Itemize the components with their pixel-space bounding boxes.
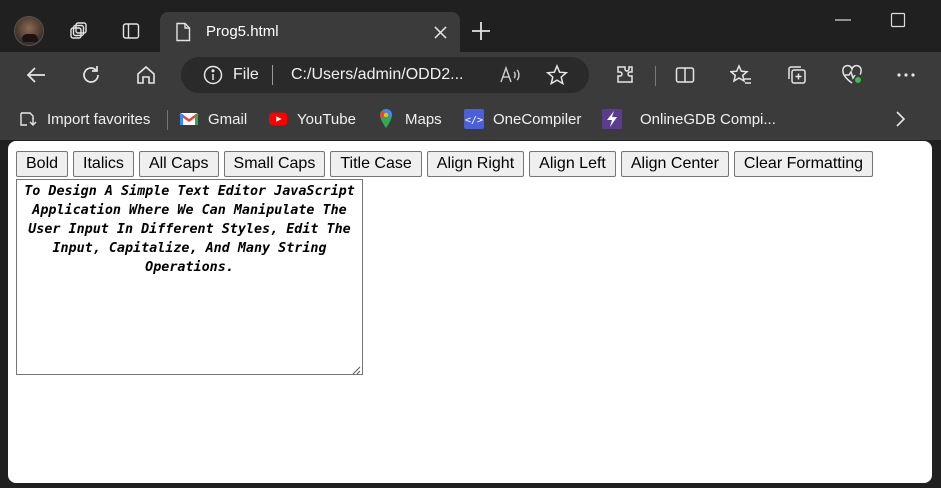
browser-essentials-icon[interactable] — [840, 63, 864, 87]
bookmark-label: Import favorites — [47, 110, 151, 128]
web-page: Bold Italics All Caps Small Caps Title C… — [8, 141, 932, 483]
youtube-icon — [268, 109, 288, 129]
refresh-icon[interactable] — [79, 63, 103, 87]
onecompiler-icon: </> — [464, 109, 484, 129]
back-icon[interactable] — [24, 63, 48, 87]
bookmark-label: YouTube — [297, 110, 356, 128]
bookmark-label: OneCompiler — [493, 110, 582, 128]
text-editor-area[interactable]: To Design A Simple Text Editor JavaScrip… — [16, 179, 363, 375]
workspaces-icon[interactable] — [67, 19, 91, 43]
extensions-icon[interactable] — [613, 63, 637, 87]
favorites-icon[interactable] — [729, 63, 753, 87]
favorite-star-icon[interactable] — [545, 64, 569, 86]
bookmark-maps[interactable]: Maps — [376, 108, 442, 130]
gmail-icon — [179, 109, 199, 129]
resize-handle-icon[interactable] — [351, 365, 361, 375]
address-bar[interactable]: File C:/Users/admin/ODD2... — [181, 57, 589, 93]
clear-formatting-button[interactable]: Clear Formatting — [733, 151, 874, 177]
profile-avatar[interactable] — [14, 16, 44, 46]
align-left-button[interactable]: Align Left — [529, 151, 616, 177]
tab-prog5[interactable]: Prog5.html — [160, 12, 460, 52]
tab-bar: Prog5.html — [0, 0, 941, 52]
close-tab-icon[interactable] — [430, 22, 450, 42]
nav-toolbar: File C:/Users/admin/ODD2... — [0, 52, 941, 98]
new-tab-icon[interactable] — [470, 20, 492, 42]
bookmark-onlinegdb[interactable]: OnlineGDB Compi... — [602, 108, 776, 130]
address-scheme: File — [233, 66, 259, 83]
formatting-button-row: Bold Italics All Caps Small Caps Title C… — [16, 151, 878, 179]
browser-window: Prog5.html File C:/Users/admin/ODD2... I… — [0, 0, 941, 488]
bookmark-import-favorites[interactable]: Import favorites — [18, 108, 150, 130]
title-case-button[interactable]: Title Case — [330, 151, 422, 177]
bookmark-label: OnlineGDB Compi... — [640, 110, 776, 128]
italics-button[interactable]: Italics — [73, 151, 134, 177]
bookmark-label: Maps — [405, 110, 442, 128]
bold-button[interactable]: Bold — [16, 151, 69, 177]
bookmark-youtube[interactable]: YouTube — [268, 108, 356, 130]
split-screen-icon[interactable] — [673, 63, 697, 87]
toolbar-divider — [655, 66, 656, 86]
tab-actions-icon[interactable] — [119, 19, 143, 43]
bookmarks-divider — [167, 110, 168, 130]
info-icon[interactable] — [203, 65, 223, 85]
bookmark-gmail[interactable]: Gmail — [179, 108, 247, 130]
file-icon — [174, 22, 192, 42]
bookmarks-bar: Import favorites Gmail YouTube Maps </> … — [0, 98, 941, 140]
all-caps-button[interactable]: All Caps — [138, 151, 219, 177]
align-center-button[interactable]: Align Center — [620, 151, 729, 177]
import-favorites-icon — [18, 109, 38, 129]
maps-icon — [376, 109, 396, 129]
bookmark-onecompiler[interactable]: </> OneCompiler — [464, 108, 581, 130]
address-url[interactable]: C:/Users/admin/ODD2... — [291, 66, 463, 84]
tab-title: Prog5.html — [206, 23, 279, 40]
collections-icon[interactable] — [785, 63, 809, 87]
align-right-button[interactable]: Align Right — [426, 151, 525, 177]
small-caps-button[interactable]: Small Caps — [223, 151, 326, 177]
onlinegdb-icon — [602, 109, 622, 129]
read-aloud-icon[interactable] — [499, 65, 521, 85]
bookmark-label: Gmail — [208, 110, 248, 128]
svg-text:</>: </> — [465, 115, 483, 126]
home-icon[interactable] — [134, 63, 158, 87]
address-divider — [272, 65, 273, 85]
chevron-right-icon[interactable] — [890, 108, 910, 130]
more-menu-icon[interactable] — [894, 63, 918, 87]
minimize-icon[interactable] — [834, 10, 852, 30]
maximize-icon[interactable] — [890, 12, 906, 28]
